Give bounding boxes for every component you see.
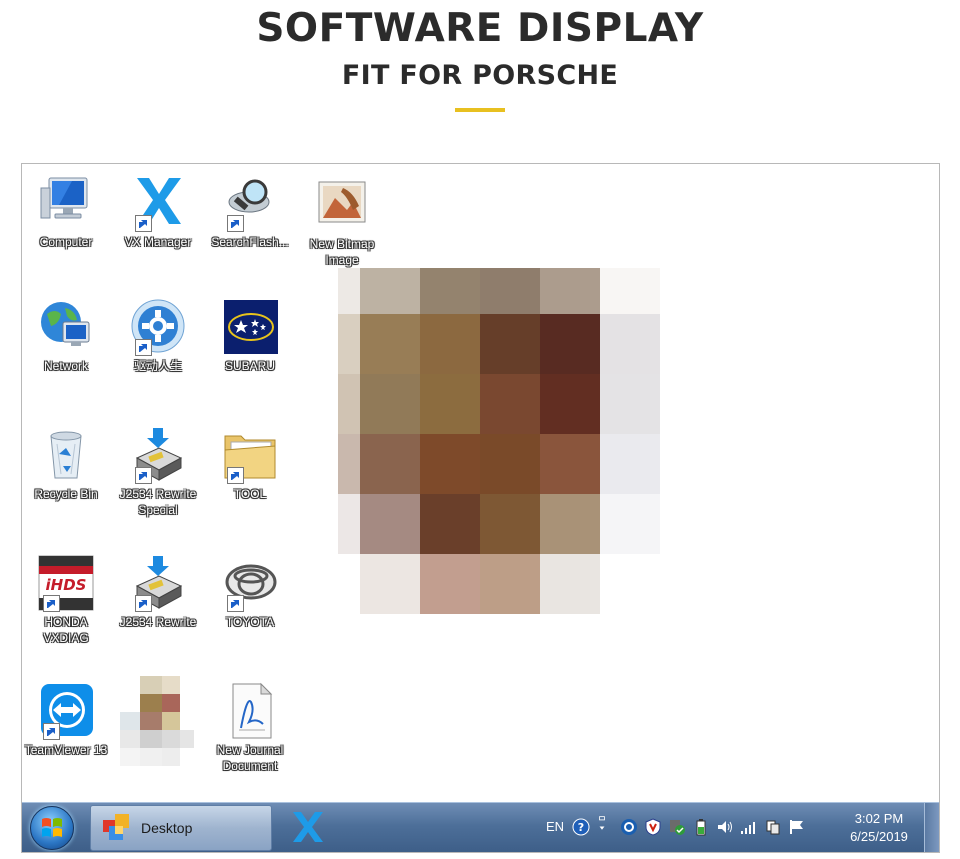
page-subtitle: FIT FOR PORSCHE bbox=[341, 60, 619, 91]
title-underline bbox=[455, 108, 505, 112]
toyota-icon bbox=[221, 554, 279, 612]
desktop-icon-label: TOOL bbox=[233, 487, 267, 501]
network-icon bbox=[37, 298, 95, 356]
recycle-bin-icon bbox=[37, 426, 95, 484]
folder-icon bbox=[221, 426, 279, 484]
desktop-icon-new-bitmap[interactable]: New Bitmap Image bbox=[300, 176, 384, 268]
security-check-icon[interactable] bbox=[668, 818, 686, 836]
settings-gear-icon[interactable] bbox=[620, 818, 638, 836]
shortcut-arrow-icon bbox=[227, 467, 244, 484]
shortcut-arrow-icon bbox=[135, 339, 152, 356]
page-title: SOFTWARE DISPLAY bbox=[256, 6, 704, 51]
desktop-icon-label: New Journal Document bbox=[216, 743, 284, 773]
taskbar: Desktop EN ? 3:02 PM 6/25/2019 bbox=[22, 802, 939, 852]
desktop-icon-j2534-rewrite[interactable]: J2534 Rewrite bbox=[116, 554, 200, 630]
bitmap-image-icon bbox=[313, 176, 371, 234]
search-flash-icon bbox=[221, 174, 279, 232]
blurred-icon bbox=[120, 676, 196, 772]
j2534-special-icon bbox=[129, 426, 187, 484]
page-header: SOFTWARE DISPLAY FIT FOR PORSCHE bbox=[0, 0, 960, 140]
desktop-icon-new-journal[interactable]: New Journal Document bbox=[208, 682, 292, 774]
desktop-icon-honda[interactable]: iHDS HONDA VXDIAG bbox=[24, 554, 108, 646]
windows-logo-icon bbox=[42, 818, 62, 837]
subaru-icon bbox=[221, 298, 279, 356]
taskbar-desktop-label: Desktop bbox=[141, 820, 193, 836]
system-clock[interactable]: 3:02 PM 6/25/2019 bbox=[842, 810, 916, 846]
desktop-icon-label: SUBARU bbox=[224, 359, 275, 373]
desktop-icon-label: TOYOTA bbox=[225, 615, 275, 629]
desktop-icon-label: SearchFlash... bbox=[211, 235, 289, 249]
desktop-icon-recycle-bin[interactable]: Recycle Bin bbox=[24, 426, 108, 502]
desktop-app-icon bbox=[103, 814, 129, 840]
computer-icon bbox=[37, 174, 95, 232]
show-desktop-button[interactable] bbox=[924, 803, 939, 852]
action-center-flag-icon[interactable] bbox=[788, 818, 806, 836]
desktop-icon-subaru[interactable]: SUBARU bbox=[208, 298, 292, 374]
desktop-area: Computer VX Manager SearchFlash... New B… bbox=[22, 164, 939, 802]
network-connection-icon[interactable] bbox=[764, 818, 782, 836]
signal-strength-icon[interactable] bbox=[740, 818, 758, 836]
desktop-icon-label: VX Manager bbox=[124, 235, 192, 249]
shortcut-arrow-icon bbox=[135, 215, 152, 232]
desktop-icon-label: Computer bbox=[39, 235, 93, 249]
svg-text:iHDS: iHDS bbox=[46, 576, 87, 594]
taskbar-vx-manager[interactable] bbox=[290, 809, 326, 845]
desktop-icon-searchflash[interactable]: SearchFlash... bbox=[208, 174, 292, 250]
j2534-rewrite-icon bbox=[129, 554, 187, 612]
shield-icon[interactable] bbox=[644, 818, 662, 836]
honda-hds-icon: iHDS bbox=[37, 554, 95, 612]
desktop-icon-label: 驱动人生 bbox=[133, 359, 182, 373]
desktop-icon-computer[interactable]: Computer bbox=[24, 174, 108, 250]
desktop-icon-j2534-special[interactable]: J2534 Rewrite Special bbox=[116, 426, 200, 518]
show-hidden-icons-icon[interactable] bbox=[596, 815, 608, 833]
desktop-icon-tool[interactable]: TOOL bbox=[208, 426, 292, 502]
vx-manager-icon bbox=[129, 174, 187, 232]
desktop-icon-label: TeamViewer 13 bbox=[24, 743, 108, 757]
svg-text:?: ? bbox=[578, 821, 584, 834]
shortcut-arrow-icon bbox=[135, 595, 152, 612]
shortcut-arrow-icon bbox=[135, 467, 152, 484]
desktop-icon-label: Recycle Bin bbox=[34, 487, 98, 501]
clock-date: 6/25/2019 bbox=[850, 829, 908, 844]
desktop-icon-driver[interactable]: 驱动人生 bbox=[116, 298, 200, 374]
shortcut-arrow-icon bbox=[43, 723, 60, 740]
teamviewer-icon bbox=[37, 682, 95, 740]
desktop-icon-label: HONDA VXDIAG bbox=[43, 615, 89, 645]
desktop-icon-network[interactable]: Network bbox=[24, 298, 108, 374]
desktop-icon-label: J2534 Rewrite bbox=[119, 615, 197, 629]
driver-settings-icon bbox=[129, 298, 187, 356]
desktop-icon-teamviewer[interactable]: TeamViewer 13 bbox=[24, 682, 108, 758]
journal-document-icon bbox=[221, 682, 279, 740]
shortcut-arrow-icon bbox=[227, 595, 244, 612]
shortcut-arrow-icon bbox=[227, 215, 244, 232]
screenshot-frame: Computer VX Manager SearchFlash... New B… bbox=[21, 163, 940, 853]
clock-time: 3:02 PM bbox=[854, 811, 904, 826]
taskbar-desktop-button[interactable]: Desktop bbox=[90, 805, 272, 851]
start-button[interactable] bbox=[30, 806, 74, 850]
shortcut-arrow-icon bbox=[43, 595, 60, 612]
volume-icon[interactable] bbox=[716, 818, 734, 836]
desktop-icon-label: New Bitmap Image bbox=[309, 237, 375, 267]
language-indicator[interactable]: EN bbox=[546, 819, 564, 834]
vx-manager-icon bbox=[293, 812, 323, 842]
desktop-icon-label: J2534 Rewrite Special bbox=[119, 487, 197, 517]
desktop-icon-label: Network bbox=[43, 359, 88, 373]
blurred-image bbox=[338, 268, 662, 614]
battery-icon[interactable] bbox=[692, 818, 710, 836]
help-icon[interactable]: ? bbox=[572, 818, 590, 836]
desktop-icon-vx-manager[interactable]: VX Manager bbox=[116, 174, 200, 250]
desktop-icon-toyota[interactable]: TOYOTA bbox=[208, 554, 292, 630]
